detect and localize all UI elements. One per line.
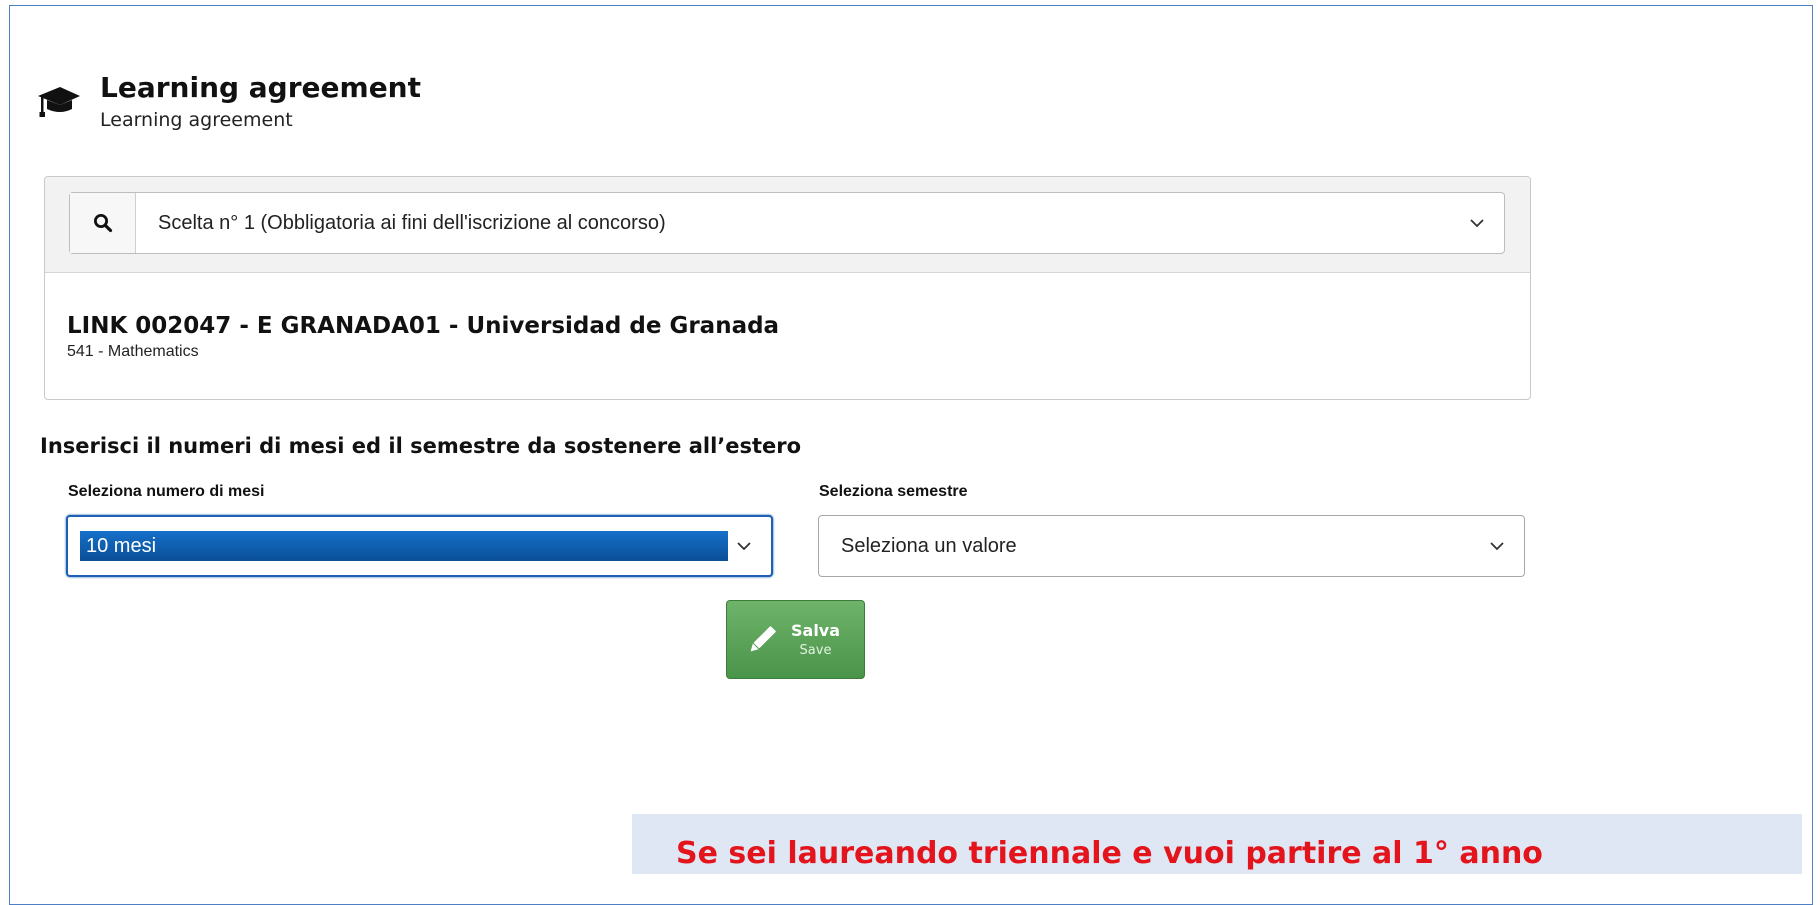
graduation-cap-icon xyxy=(38,87,80,117)
university-name: LINK 002047 - E GRANADA01 - Universidad … xyxy=(67,313,780,339)
search-icon xyxy=(93,214,112,233)
chevron-down-icon[interactable] xyxy=(730,541,758,551)
page-header: Learning agreement Learning agreement xyxy=(36,72,421,132)
note-callout: Se sei laureando triennale e vuoi partir… xyxy=(632,814,1802,874)
save-button-label: Salva xyxy=(791,621,841,640)
university-subject: 541 - Mathematics xyxy=(67,343,199,360)
semester-label: Seleziona semestre xyxy=(819,483,968,500)
save-button-sublabel: Save xyxy=(799,643,832,658)
note-text: Se sei laureando triennale e vuoi partir… xyxy=(676,836,1543,871)
months-select[interactable]: 10 mesi xyxy=(66,515,773,577)
search-button[interactable] xyxy=(70,193,136,253)
university-info: LINK 002047 - E GRANADA01 - Universidad … xyxy=(67,312,779,361)
choice-panel: Scelta n° 1 (Obbligatoria ai fini dell'i… xyxy=(44,176,1531,400)
page-title: Learning agreement xyxy=(100,71,422,104)
choice-select[interactable]: Scelta n° 1 (Obbligatoria ai fini dell'i… xyxy=(69,192,1505,254)
pencil-icon xyxy=(750,625,776,651)
page-subtitle: Learning agreement xyxy=(100,109,293,131)
semester-select[interactable]: Seleziona un valore xyxy=(818,515,1525,577)
choice-panel-header: Scelta n° 1 (Obbligatoria ai fini dell'i… xyxy=(45,177,1530,273)
save-button[interactable]: Salva Save xyxy=(726,600,865,679)
semester-select-value: Seleziona un valore xyxy=(841,534,1017,557)
months-select-value: 10 mesi xyxy=(80,531,728,561)
chevron-down-icon[interactable] xyxy=(1470,541,1524,551)
months-label: Seleziona numero di mesi xyxy=(68,483,265,500)
section-title: Inserisci il numeri di mesi ed il semest… xyxy=(40,434,802,458)
chevron-down-icon[interactable] xyxy=(1450,218,1504,228)
choice-select-value: Scelta n° 1 (Obbligatoria ai fini dell'i… xyxy=(158,211,666,234)
